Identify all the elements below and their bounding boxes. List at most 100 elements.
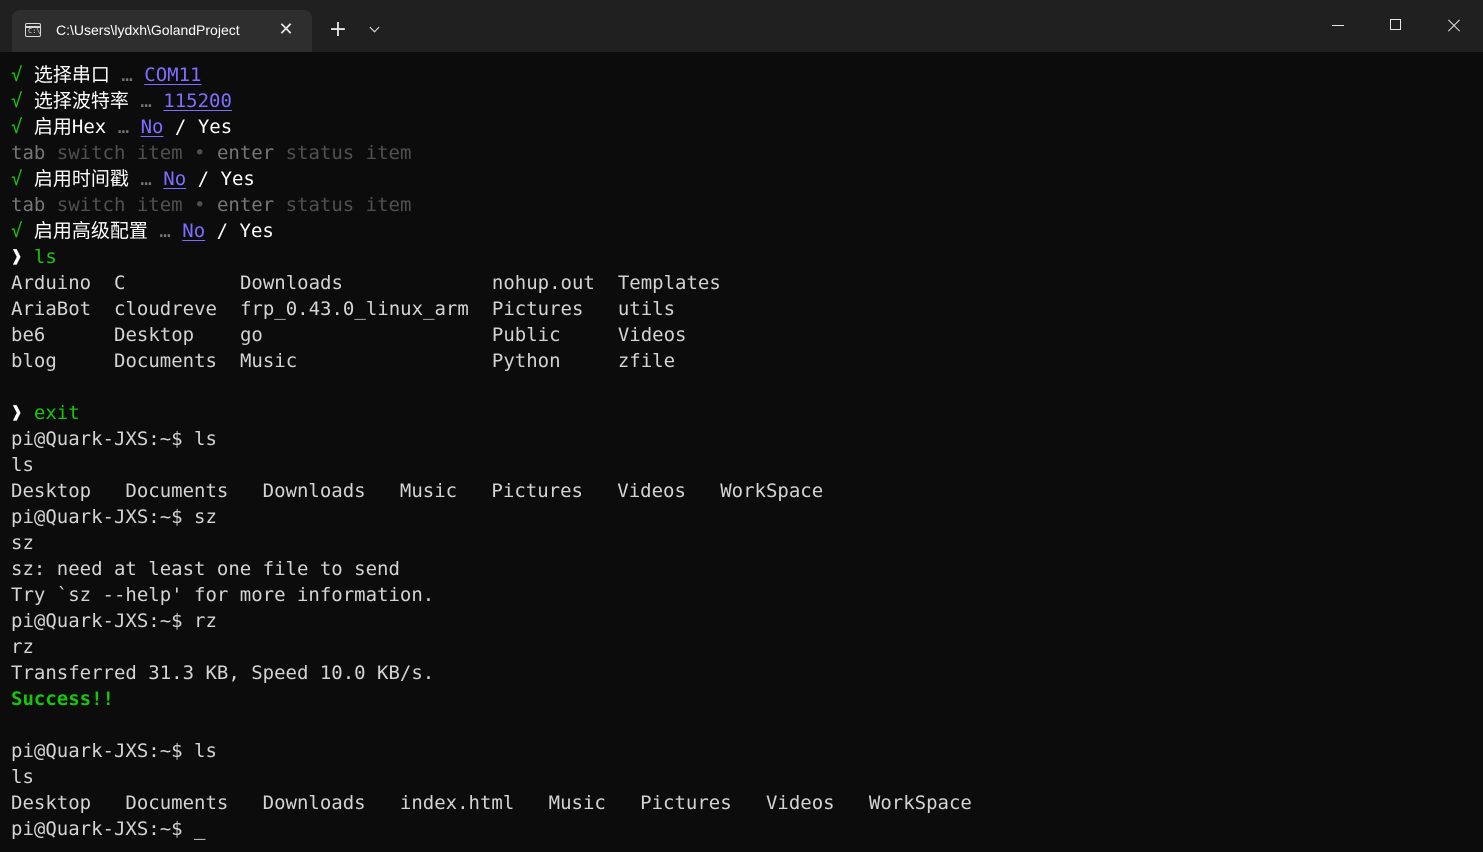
ls-entry: nohup.out [491, 272, 595, 294]
option-no: No [140, 116, 164, 138]
terminal-icon: C:\ [25, 23, 41, 37]
prompt-arrow-icon: ❱ [11, 402, 23, 424]
output-line: Transferred 31.3 KB, Speed 10.0 KB/s. [11, 662, 435, 684]
terminal-icon-text: C:\ [28, 27, 41, 35]
ls-entry: AriaBot [11, 298, 92, 320]
ls-entry: Templates [617, 272, 721, 294]
hint-key: enter [216, 194, 275, 216]
close-tab-icon[interactable]: ✕ [276, 20, 296, 40]
shell-prompt-line: ❱ ls [11, 244, 1483, 270]
option-no: No [182, 220, 206, 242]
ellipsis: … [117, 116, 130, 138]
output-line: pi@Quark-JXS:~$ sz [11, 506, 217, 528]
check-icon: √ [11, 90, 23, 112]
check-icon: √ [11, 168, 23, 190]
hint-line: tab switch item • enter status item [11, 192, 1483, 218]
minimize-button[interactable] [1310, 0, 1366, 50]
ls-entry: cloudreve [114, 298, 217, 320]
wizard-baud-line: √ 选择波特率 … 115200 [11, 88, 1483, 114]
ls-entry: Videos [617, 324, 687, 346]
ls-entry: frp_0.43.0_linux_arm [239, 298, 469, 320]
hint-line: tab switch item • enter status item [11, 140, 1483, 166]
close-window-button[interactable] [1426, 0, 1482, 50]
shell-prompt: pi@Quark-JXS:~$ [11, 818, 195, 840]
ls-entry: blog [11, 350, 57, 372]
option-yes: Yes [239, 220, 274, 242]
title-bar: C:\ C:\Users\lydxh\GolandProject ✕ + [0, 0, 1483, 52]
wizard-label: 选择串口 [33, 64, 110, 86]
final-prompt-line: pi@Quark-JXS:~$ _ [11, 816, 1483, 842]
wizard-value: COM11 [144, 64, 202, 86]
output-line: pi@Quark-JXS:~$ ls [11, 740, 217, 762]
option-yes: Yes [220, 168, 255, 190]
prompt-command: exit [33, 402, 80, 424]
wizard-value: 115200 [163, 90, 232, 112]
hint-text: switch item [45, 142, 183, 164]
output-line: Try `sz --help' for more information. [11, 584, 435, 606]
output-line: rz [11, 636, 34, 658]
ls-entry: Downloads [239, 272, 343, 294]
wizard-hex-line: √ 启用Hex … No / Yes [11, 114, 1483, 140]
wizard-timestamp-line: √ 启用时间戳 … No / Yes [11, 166, 1483, 192]
option-separator: / [186, 168, 221, 190]
ellipsis: … [159, 220, 171, 242]
terminal-window: C:\ C:\Users\lydxh\GolandProject ✕ + √ 选… [0, 0, 1483, 852]
ls-row: AriaBot cloudreve frp_0.43.0_linux_arm Pict… [11, 296, 1483, 322]
wizard-port-line: √ 选择串口 … COM11 [11, 62, 1483, 88]
output-line: Desktop Documents Downloads Music Pictur… [11, 480, 824, 502]
output-line: pi@Quark-JXS:~$ rz [11, 610, 217, 632]
session-output: pi@Quark-JXS:~$ ls ls Desktop Documents Do… [11, 426, 1483, 686]
ellipsis: … [140, 90, 152, 112]
new-tab-button[interactable]: + [326, 18, 350, 42]
ls-output-grid: Arduino C Downloads nohup.out Templates AriaB… [11, 270, 1483, 374]
terminal-output[interactable]: √ 选择串口 … COM11 √ 选择波特率 … 115200 √ 启用Hex … [0, 52, 1483, 852]
option-no: No [163, 168, 187, 190]
output-line: sz [11, 532, 34, 554]
hint-text: status item [274, 142, 412, 164]
wizard-label: 选择波特率 [33, 90, 129, 112]
ls-entry: Arduino [11, 272, 92, 294]
ls-entry: Public [491, 324, 561, 346]
ls-row: blog Documents Music Python zfile [11, 348, 1483, 374]
hint-key: tab [11, 142, 46, 164]
ls-row: Arduino C Downloads nohup.out Templates [11, 270, 1483, 296]
ls-entry: Python [491, 350, 561, 372]
tab-terminal[interactable]: C:\ C:\Users\lydxh\GolandProject ✕ [12, 10, 312, 52]
hint-key: tab [11, 194, 46, 216]
option-separator: / [163, 116, 198, 138]
output-line: Desktop Documents Downloads index.html M… [11, 792, 972, 814]
chevron-down-icon[interactable] [364, 18, 388, 42]
ellipsis: … [121, 64, 133, 86]
ellipsis: … [140, 168, 152, 190]
check-icon: √ [11, 64, 23, 86]
ls-entry: be6 [11, 324, 46, 346]
hint-text: switch item [45, 194, 183, 216]
output-line: pi@Quark-JXS:~$ ls [11, 428, 217, 450]
ls-entry: Documents [114, 350, 217, 372]
option-yes: Yes [197, 116, 233, 138]
hint-key: enter [216, 142, 275, 164]
maximize-button[interactable] [1368, 0, 1424, 50]
success-message: Success!! [11, 688, 114, 710]
ls-entry: utils [617, 298, 676, 320]
check-icon: √ [11, 116, 23, 138]
hint-text: status item [274, 194, 412, 216]
check-icon: √ [11, 220, 23, 242]
output-line: sz: need at least one file to send [11, 558, 400, 580]
ls-entry: go [239, 324, 263, 346]
wizard-advanced-line: √ 启用高级配置 … No / Yes [11, 218, 1483, 244]
output-line: ls [11, 766, 34, 788]
ls-entry: Music [239, 350, 298, 372]
option-separator: / [205, 220, 240, 242]
ls-entry: C [114, 272, 126, 294]
wizard-label: 启用时间戳 [33, 168, 129, 190]
ls-entry: Desktop [114, 324, 195, 346]
hint-dot: • [182, 142, 217, 164]
wizard-label: 启用高级配置 [33, 220, 148, 242]
output-line: ls [11, 454, 34, 476]
session-output-2: pi@Quark-JXS:~$ ls ls Desktop Documents Do… [11, 738, 1483, 816]
ls-entry: Pictures [491, 298, 584, 320]
ls-entry: zfile [617, 350, 676, 372]
